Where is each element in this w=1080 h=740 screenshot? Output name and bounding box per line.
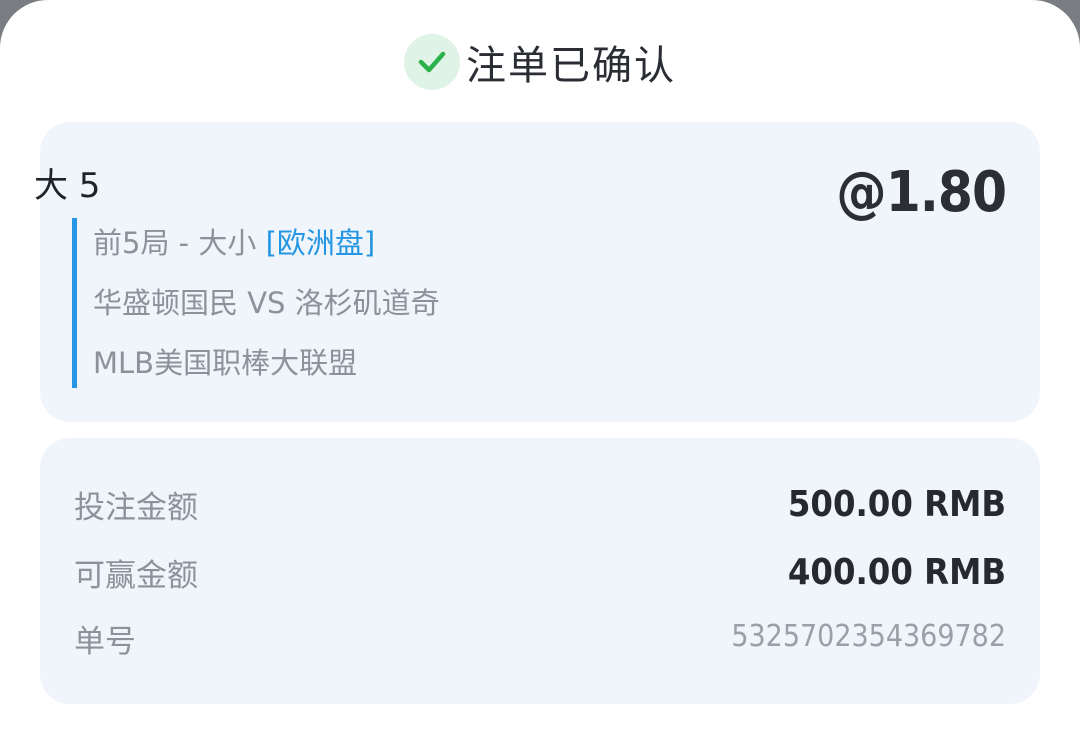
bet-odds: @1.80 [836, 160, 1007, 225]
bet-confirmation-sheet: 注单已确认 大 5 @1.80 前5局 - 大小 [欧洲盘] 华盛顿国民 VS … [0, 0, 1080, 740]
ticket-label: 单号 [74, 624, 136, 660]
bet-info-block: 前5局 - 大小 [欧洲盘] 华盛顿国民 VS 洛杉矶道奇 MLB美国职棒大联盟 [72, 218, 677, 388]
win-label: 可赢金额 [74, 558, 198, 594]
market-name: 前5局 - 大小 [93, 226, 257, 260]
bet-selection: 大 5 [34, 166, 101, 206]
stake-label: 投注金额 [74, 490, 198, 526]
market-tag: [欧洲盘] [265, 226, 376, 260]
league-name: MLB美国职棒大联盟 [93, 346, 358, 380]
win-value: 400.00 RMB [787, 552, 1006, 593]
match-name: 华盛顿国民 VS 洛杉矶道奇 [93, 286, 440, 320]
confirmation-title: 注单已确认 [466, 43, 676, 89]
check-icon [404, 34, 460, 90]
ticket-number: 5325702354369782 [731, 619, 1006, 654]
confirmation-header: 注单已确认 [0, 30, 1080, 94]
market-line: 前5局 - 大小 [欧洲盘] [93, 220, 375, 262]
stake-value: 500.00 RMB [787, 484, 1006, 525]
